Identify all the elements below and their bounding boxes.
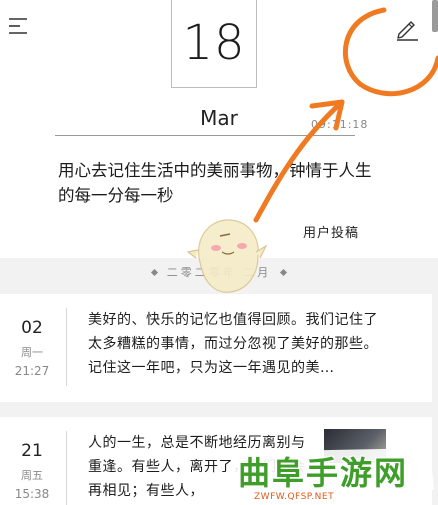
entry-date: 21 周五 15:38 bbox=[0, 417, 64, 501]
entry-divider bbox=[66, 431, 67, 505]
watermark-logo: 曲阜手游网 bbox=[238, 454, 409, 492]
featured-author: 用户投稿 bbox=[303, 226, 360, 241]
entry-card[interactable]: 02 周一 21:27 美好的、快乐的记忆也值得回顾。我们记住了太多糟糕的事情，… bbox=[0, 294, 432, 402]
entry-text: 美好的、快乐的记忆也值得回顾。我们记住了太多糟糕的事情，而过分忽视了美好的那些。… bbox=[88, 312, 378, 376]
entry-day: 02 bbox=[21, 318, 43, 338]
watermark-url: ZWFW.QFSP.NET bbox=[254, 492, 335, 502]
mascot-image bbox=[186, 219, 268, 293]
entry-weekday: 周五 bbox=[21, 469, 43, 482]
pencil-icon[interactable] bbox=[393, 14, 421, 42]
entry-date: 02 周一 21:27 bbox=[0, 294, 64, 378]
date-month: Mar bbox=[200, 106, 238, 130]
entry-weekday: 周一 bbox=[21, 346, 43, 359]
menu-icon[interactable] bbox=[8, 14, 32, 38]
entry-time: 15:38 bbox=[14, 487, 50, 501]
header-divider bbox=[55, 135, 355, 136]
entry-time: 21:27 bbox=[14, 364, 50, 378]
scrollbar-thumb[interactable] bbox=[432, 0, 438, 32]
diamond-icon bbox=[280, 268, 288, 276]
diamond-icon bbox=[150, 268, 158, 276]
date-day: 18 bbox=[182, 14, 246, 71]
entry-divider bbox=[66, 308, 67, 386]
date-box: 18 bbox=[171, 0, 257, 88]
featured-quote[interactable]: 用心去记住生活中的美丽事物，钟情于人生的每一分每一秒 bbox=[58, 158, 378, 208]
date-time: 09:11:18 bbox=[311, 118, 369, 131]
entry-day: 21 bbox=[21, 441, 43, 461]
